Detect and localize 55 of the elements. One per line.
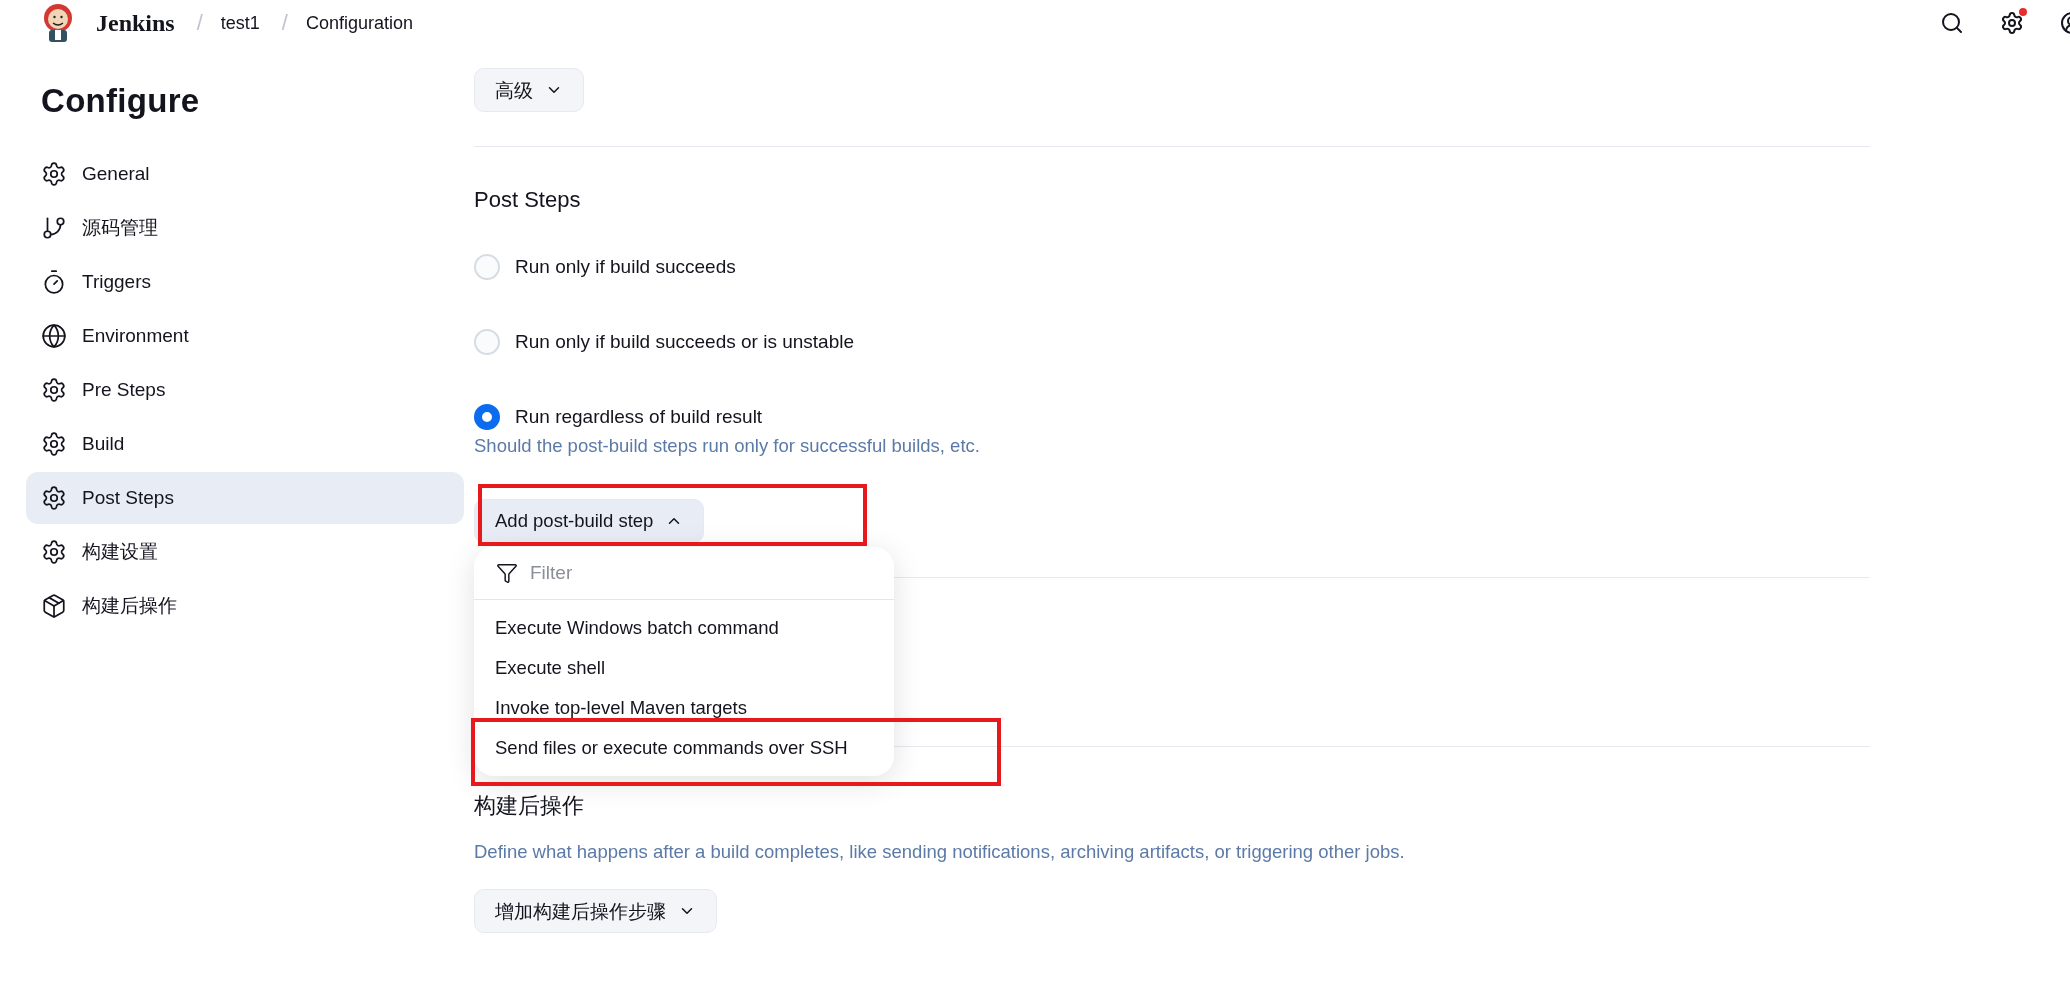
filter-icon <box>496 562 518 584</box>
sidebar-item[interactable]: 构建后操作 <box>26 580 464 632</box>
gear-icon <box>41 377 67 403</box>
section-title: 构建后操作 <box>474 792 584 820</box>
search-icon[interactable] <box>1940 11 1964 35</box>
menu-item[interactable]: Execute Windows batch command <box>474 608 894 648</box>
package-icon <box>41 593 67 619</box>
breadcrumb-link[interactable]: Configuration <box>306 12 414 34</box>
branch-icon <box>41 215 67 241</box>
sidebar-item[interactable]: 源码管理 <box>26 202 464 254</box>
page-title: Configure <box>41 82 201 120</box>
menu-item[interactable]: Invoke top-level Maven targets <box>474 688 894 728</box>
menu-item[interactable]: Execute shell <box>474 648 894 688</box>
butler-logo[interactable] <box>42 3 74 43</box>
sidebar-item[interactable]: Build <box>26 418 464 470</box>
sidebar-item[interactable]: Environment <box>26 310 464 362</box>
breadcrumb-separator: / <box>196 10 203 36</box>
brand-name[interactable]: Jenkins <box>96 9 175 37</box>
radio-label: Run only if build succeeds or is unstable <box>515 331 855 353</box>
sidebar-item[interactable]: 构建设置 <box>26 526 464 578</box>
breadcrumb-link[interactable]: test1 <box>220 12 260 34</box>
gear-icon <box>41 161 67 187</box>
radio-option[interactable]: Run regardless of build result <box>474 401 763 433</box>
gear-icon <box>41 539 67 565</box>
breadcrumb-separator: / <box>281 10 288 36</box>
sidebar-label: Triggers <box>82 271 151 293</box>
gear-icon <box>41 485 67 511</box>
radio-option[interactable]: Run only if build succeeds or is unstable <box>474 326 855 358</box>
settings-icon[interactable] <box>2000 11 2024 35</box>
sidebar-item[interactable]: Post Steps <box>26 472 464 524</box>
sidebar-label: Post Steps <box>82 487 174 509</box>
add-step-button[interactable]: Add post-build step <box>474 499 705 543</box>
sidebar-label: Pre Steps <box>82 379 166 401</box>
sidebar-label: General <box>82 163 150 185</box>
gear-icon <box>41 431 67 457</box>
add-action-button[interactable]: 增加构建后操作步骤 <box>474 889 717 933</box>
radio-button[interactable] <box>474 404 500 430</box>
sidebar-label: 源码管理 <box>82 216 158 240</box>
sidebar-item[interactable]: General <box>26 148 464 200</box>
section-title: Post Steps <box>474 187 581 213</box>
menu-item[interactable]: Send files or execute commands over SSH <box>474 728 894 768</box>
globe-icon <box>41 323 67 349</box>
sidebar-label: Build <box>82 433 125 455</box>
advanced-button[interactable]: 高级 <box>474 68 584 112</box>
section-description: Define what happens after a build completes, like sending notifications, archiving artifacts, or triggering other jobs. <box>474 841 1405 863</box>
radio-label: Run regardless of build result <box>515 406 763 428</box>
filter-field[interactable]: Filter <box>528 561 832 585</box>
radio-option[interactable]: Run only if build succeeds <box>474 251 736 283</box>
sidebar-label: 构建后操作 <box>82 594 177 618</box>
sidebar-item[interactable]: Triggers <box>26 256 464 308</box>
help-text: Should the post-build steps run only for successful builds, etc. <box>474 435 980 457</box>
sidebar-item[interactable]: Pre Steps <box>26 364 464 416</box>
sidebar-label: 构建设置 <box>82 540 158 564</box>
sidebar-label: Environment <box>82 325 189 347</box>
radio-label: Run only if build succeeds <box>515 256 736 278</box>
